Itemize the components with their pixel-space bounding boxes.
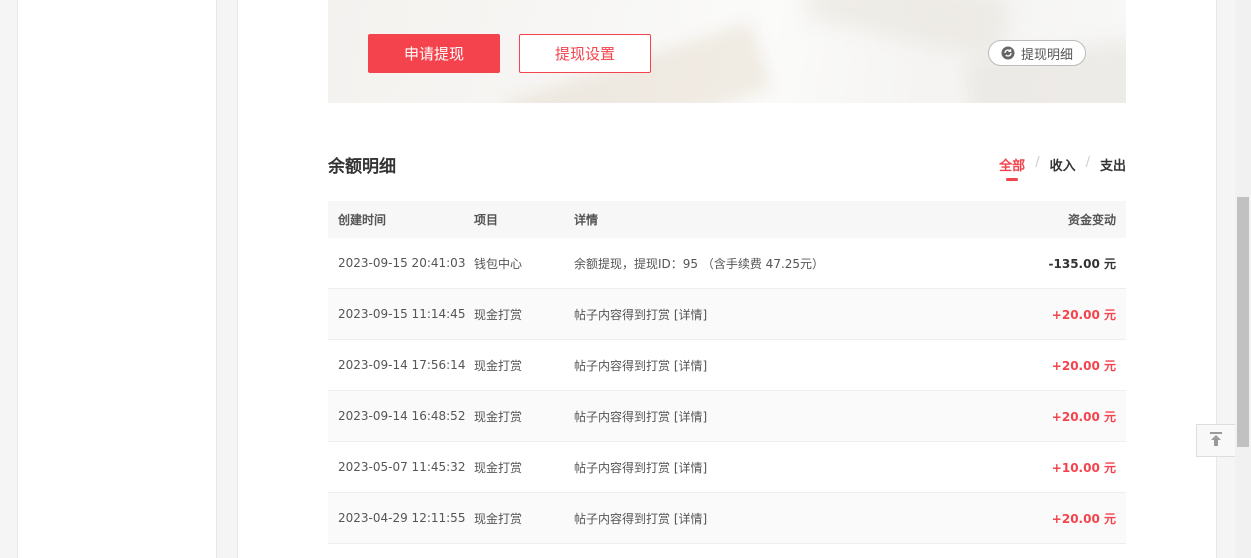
row-amount: +20.00 元 [1051,511,1116,526]
row-detail[interactable]: 帖子内容得到打赏 [详情] [574,357,966,374]
row-amount: +20.00 元 [1051,409,1116,424]
left-sidebar [17,0,217,558]
main-content: 申请提现 提现设置 提现明细 余额明细 全部 / 收入 / 支出 创建时间 项目… [237,0,1217,558]
row-item: 现金打赏 [474,409,523,424]
tab-expense[interactable]: 支出 [1100,155,1126,174]
column-header-time: 创建时间 [338,213,387,227]
scrollbar-thumb[interactable] [1237,197,1249,447]
table-row: 2023-09-14 17:56:14 现金打赏 帖子内容得到打赏 [详情] +… [328,340,1126,391]
withdraw-detail-button[interactable]: 提现明细 [988,40,1086,66]
row-item: 现金打赏 [474,307,523,322]
column-header-detail: 详情 [574,213,599,227]
row-item: 现金打赏 [474,358,523,373]
row-detail: 余额提现，提现ID：95 （含手续费 47.25元） [574,256,825,271]
withdraw-detail-label: 提现明细 [1020,47,1073,63]
tab-separator: / [1035,155,1040,170]
row-time: 2023-09-14 16:48:52 [338,409,466,423]
table-row: 2023-09-14 16:48:52 现金打赏 帖子内容得到打赏 [详情] +… [328,391,1126,442]
row-amount: +10.00 元 [1051,460,1116,475]
tab-income[interactable]: 收入 [1050,155,1076,174]
row-detail[interactable]: 帖子内容得到打赏 [详情] [574,408,966,425]
balance-table: 创建时间 项目 详情 资金变动 2023-09-15 20:41:03 钱包中心… [328,201,1126,544]
table-header: 创建时间 项目 详情 资金变动 [328,201,1126,238]
row-item: 钱包中心 [474,256,523,271]
row-detail[interactable]: 帖子内容得到打赏 [详情] [574,459,966,476]
row-time: 2023-09-15 20:41:03 [338,256,466,270]
row-amount: +20.00 元 [1051,358,1116,373]
column-header-item: 项目 [474,213,499,227]
row-amount: -135.00 元 [1048,256,1116,271]
tab-separator: / [1085,155,1090,170]
row-time: 2023-09-15 11:14:45 [338,307,466,321]
table-row: 2023-04-29 12:11:55 现金打赏 帖子内容得到打赏 [详情] +… [328,493,1126,544]
column-header-amount: 资金变动 [1067,213,1116,227]
arrow-up-icon [1208,431,1224,451]
row-time: 2023-05-07 11:45:32 [338,460,466,474]
row-time: 2023-09-14 17:56:14 [338,358,466,372]
table-row: 2023-09-15 20:41:03 钱包中心 余额提现，提现ID：95 （含… [328,238,1126,289]
table-row: 2023-05-07 11:45:32 现金打赏 帖子内容得到打赏 [详情] +… [328,442,1126,493]
row-item: 现金打赏 [474,460,523,475]
row-time: 2023-04-29 12:11:55 [338,511,466,525]
back-to-top-button[interactable] [1196,424,1236,457]
tab-all[interactable]: 全部 [999,155,1025,174]
withdraw-settings-button[interactable]: 提现设置 [519,34,651,73]
row-detail[interactable]: 帖子内容得到打赏 [详情] [574,306,966,323]
withdraw-button[interactable]: 申请提现 [368,34,500,73]
row-amount: +20.00 元 [1051,307,1116,322]
table-row: 2023-09-15 11:14:45 现金打赏 帖子内容得到打赏 [详情] +… [328,289,1126,340]
balance-filter-tabs: 全部 / 收入 / 支出 [978,155,1126,185]
balance-section-title: 余额明细 [328,157,396,177]
row-detail[interactable]: 帖子内容得到打赏 [详情] [574,510,966,527]
row-item: 现金打赏 [474,511,523,526]
wallet-banner: 申请提现 提现设置 提现明细 [328,0,1126,103]
page-scrollbar[interactable] [1235,0,1251,558]
refresh-icon [1001,46,1015,60]
